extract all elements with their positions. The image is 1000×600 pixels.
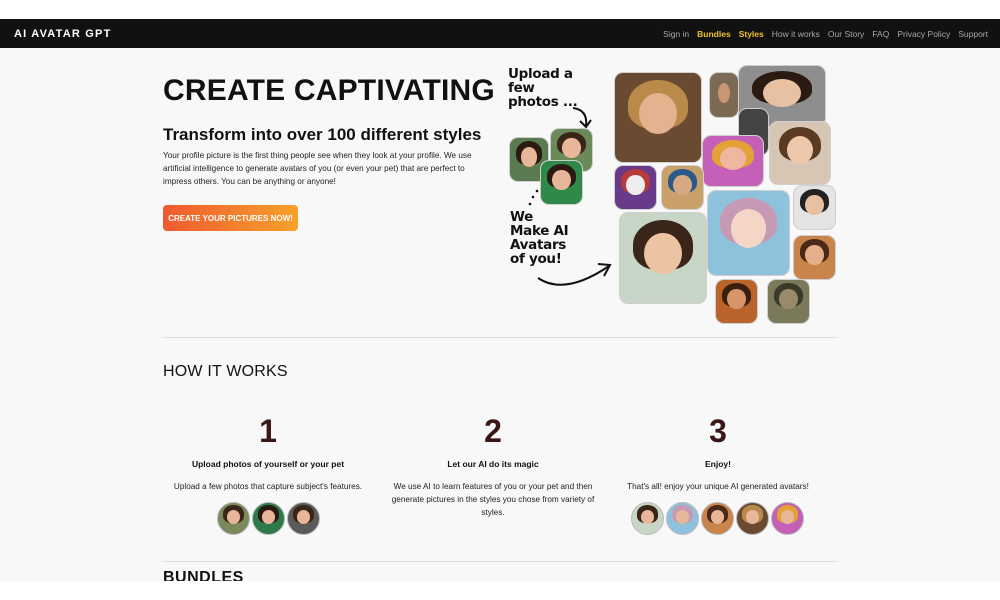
- avatar-photo-business: [619, 212, 707, 304]
- step-3-thumb: [666, 502, 699, 535]
- upload-photo: [540, 160, 583, 205]
- avatar-photo: [715, 279, 758, 324]
- step-1-thumb: [252, 502, 285, 535]
- page: AI AVATAR GPT Sign in Bundles Styles How…: [0, 0, 1000, 600]
- step-3-thumb: [736, 502, 769, 535]
- step-3-number: 3: [709, 413, 727, 449]
- avatar-photo: [661, 165, 704, 210]
- step-1-number: 1: [259, 413, 277, 449]
- avatar-photo-viking: [614, 72, 702, 163]
- how-it-works-title: HOW IT WORKS: [163, 363, 288, 380]
- avatar-photo-anime: [707, 190, 790, 276]
- hero-title: CREATE CAPTIVATING: [163, 74, 495, 107]
- step-1-description: Upload a few photos that capture subject…: [173, 482, 363, 491]
- nav-privacy-policy[interactable]: Privacy Policy: [897, 29, 950, 39]
- avatar-photo: [709, 72, 739, 118]
- avatar-photo-jester: [614, 165, 657, 210]
- step-3-description: That's all! enjoy your unique AI generat…: [627, 482, 809, 491]
- nav-faq[interactable]: FAQ: [872, 29, 889, 39]
- nav-how-it-works[interactable]: How it works: [772, 29, 820, 39]
- navbar: AI AVATAR GPT Sign in Bundles Styles How…: [0, 19, 1000, 48]
- hero-description: Your profile picture is the first thing …: [163, 151, 472, 186]
- handwritten-upload-text: Upload a few photos ...: [508, 66, 578, 110]
- bundles-title: BUNDLES: [163, 569, 244, 581]
- arrow-down-icon: [572, 107, 592, 129]
- step-2-number: 2: [484, 413, 502, 449]
- avatar-photo: [769, 121, 831, 185]
- avatar-photo-colorful: [702, 135, 764, 187]
- step-1-title: Upload photos of yourself or your pet: [191, 459, 345, 469]
- avatar-photo: [793, 185, 836, 230]
- main-content: CREATE CAPTIVATING Transform into over 1…: [0, 48, 1000, 581]
- step-3-thumb: [771, 502, 804, 535]
- nav-sign-in[interactable]: Sign in: [663, 29, 689, 39]
- step-3-title: Enjoy!: [705, 459, 731, 469]
- hero-subtitle: Transform into over 100 different styles: [163, 125, 482, 144]
- avatar-photo-zombie: [767, 279, 810, 324]
- section-divider: [163, 561, 837, 562]
- curved-arrow-icon: [537, 263, 612, 286]
- nav-our-story[interactable]: Our Story: [828, 29, 864, 39]
- nav-support[interactable]: Support: [958, 29, 988, 39]
- nav-links: Sign in Bundles Styles How it works Our …: [663, 29, 988, 39]
- section-divider: [163, 337, 837, 338]
- step-1-thumb: [287, 502, 320, 535]
- brand-logo[interactable]: AI AVATAR GPT: [14, 28, 111, 40]
- step-2-title: Let our AI do its magic: [447, 459, 539, 469]
- nav-bundles[interactable]: Bundles: [697, 29, 731, 39]
- step-3-thumb: [701, 502, 734, 535]
- step-1-thumb: [217, 502, 250, 535]
- step-3-thumb: [631, 502, 664, 535]
- step-2-description: We use AI to learn features of you or yo…: [391, 482, 595, 517]
- nav-styles[interactable]: Styles: [739, 29, 764, 39]
- create-pictures-button[interactable]: CREATE YOUR PICTURES NOW!: [163, 205, 298, 231]
- avatar-photo: [793, 235, 836, 280]
